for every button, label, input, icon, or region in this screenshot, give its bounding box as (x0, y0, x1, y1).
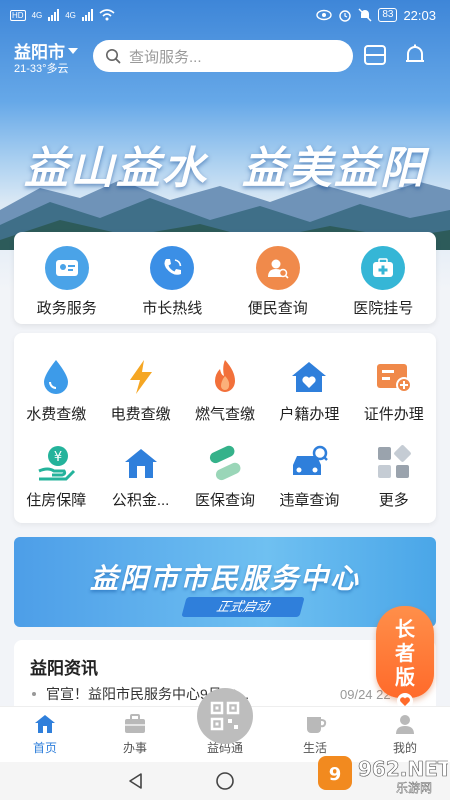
quick-service-hospital[interactable]: 医院挂号 (331, 232, 437, 324)
quick-service-hotline[interactable]: 市长热线 (120, 232, 226, 324)
elder-label-1: 长 (395, 619, 415, 641)
qr-code-fab[interactable] (197, 688, 253, 744)
tab-services[interactable]: 办事 (90, 707, 180, 762)
network-4g-label: 4G (31, 10, 43, 20)
service-label: 公积金... (111, 492, 170, 509)
service-provident-fund[interactable]: 公积金... (98, 443, 182, 510)
user-search-icon (255, 246, 300, 290)
tab-label: 首页 (32, 741, 57, 755)
car-search-icon (293, 445, 329, 475)
status-bar: HD 4G 4G 83 22:03 (0, 0, 450, 30)
service-label: 户籍办理 (279, 406, 340, 423)
home-tab-icon (35, 715, 55, 733)
hd-badge: HD (10, 9, 26, 21)
tab-home[interactable]: 首页 (0, 707, 90, 762)
service-medical-insurance[interactable]: 医保查询 (183, 443, 267, 510)
mute-bell-icon (358, 8, 372, 22)
hero-slogan: 益山益水 益美益阳 (0, 132, 450, 196)
promo-banner[interactable]: 益阳市市民服务中心 正式启动 (14, 537, 436, 627)
qr-code-icon (210, 701, 240, 731)
lightning-icon (129, 360, 152, 394)
watermark-subtext: 乐游网 (396, 781, 432, 795)
search-input[interactable]: 查询服务... (93, 40, 353, 72)
service-label: 电费查缴 (110, 406, 171, 423)
quick-services-card: 政务服务 市长热线 便民查询 医院挂号 (14, 232, 436, 324)
more-grid-icon (377, 445, 411, 478)
service-household[interactable]: 户籍办理 (267, 357, 351, 424)
person-icon (396, 715, 414, 734)
signal-icon (48, 9, 60, 21)
medical-kit-icon (361, 246, 406, 290)
back-icon[interactable] (127, 772, 145, 790)
status-left: HD 4G 4G (10, 9, 115, 21)
quick-service-label: 政务服务 (36, 300, 97, 317)
service-label: 水费查缴 (26, 406, 87, 423)
status-right: 83 22:03 (316, 8, 436, 23)
service-label: 燃气查缴 (194, 406, 255, 423)
service-gas[interactable]: 燃气查缴 (183, 357, 267, 424)
quick-service-label: 便民查询 (247, 300, 308, 317)
service-housing[interactable]: ¥ 住房保障 (14, 443, 98, 510)
service-water[interactable]: 水费查缴 (14, 357, 98, 424)
house-heart-icon (292, 362, 327, 392)
elder-mode-button[interactable]: 长 者 版 (376, 606, 434, 709)
service-label: 住房保障 (26, 492, 87, 509)
quick-service-convenience[interactable]: 便民查询 (225, 232, 331, 324)
service-label: 更多 (378, 492, 409, 509)
service-label: 证件办理 (363, 406, 424, 423)
wifi-icon (99, 9, 115, 21)
quick-service-gov[interactable]: 政务服务 (14, 232, 120, 324)
quick-service-label: 市长热线 (142, 300, 203, 317)
svg-text:¥: ¥ (54, 450, 62, 465)
tab-label: 办事 (122, 741, 147, 755)
eye-icon (316, 9, 333, 21)
service-more[interactable]: 更多 (352, 443, 436, 510)
slogan-right: 益美益阳 (242, 143, 426, 194)
bell-icon[interactable] (402, 42, 428, 68)
slogan-left: 益山益水 (24, 143, 208, 194)
news-item-text: 官宣！益阳市民服务中心9月30... (46, 686, 250, 702)
id-card-icon (44, 246, 89, 290)
water-drop-icon (44, 360, 69, 394)
svg-text:9: 9 (329, 764, 342, 785)
weather-info: 21-33°多云 (14, 63, 69, 75)
service-grid: 水费查缴 电费查缴 燃气查缴 户籍办理 证件办理 ¥ 住房保障 公积金... 医… (14, 333, 436, 523)
certificate-icon (376, 364, 412, 393)
service-label: 医保查询 (194, 492, 255, 509)
service-electricity[interactable]: 电费查缴 (98, 357, 182, 424)
home-nav-icon[interactable] (215, 771, 235, 791)
service-certificate[interactable]: 证件办理 (352, 357, 436, 424)
yuan-hand-icon: ¥ (38, 446, 76, 481)
service-grid-row-2: ¥ 住房保障 公积金... 医保查询 违章查询 更多 (14, 443, 436, 510)
flame-icon (214, 360, 235, 392)
battery-indicator: 83 (378, 8, 398, 22)
search-icon (106, 49, 121, 64)
bullet-icon (32, 692, 36, 696)
news-title: 益阳资讯 (30, 659, 98, 678)
network-4g-label-2: 4G (65, 10, 76, 20)
alarm-icon (339, 10, 352, 22)
quick-service-label: 医院挂号 (353, 300, 414, 317)
pill-icon (209, 445, 241, 481)
scan-menu-icon[interactable] (362, 42, 388, 68)
search-placeholder: 查询服务... (129, 48, 202, 66)
briefcase-icon (125, 714, 145, 733)
chevron-down-icon (68, 47, 78, 54)
home-icon (124, 449, 157, 478)
service-grid-row-1: 水费查缴 电费查缴 燃气查缴 户籍办理 证件办理 (14, 357, 436, 424)
service-violation[interactable]: 违章查询 (267, 443, 351, 510)
banner-subtitle: 正式启动 (181, 597, 305, 617)
cup-icon (307, 717, 327, 733)
watermark-text: 962.NET (358, 757, 448, 781)
signal-icon-2 (81, 9, 93, 21)
clock: 22:03 (403, 7, 436, 23)
phone-icon (150, 246, 195, 290)
top-header: 益阳市 21-33°多云 查询服务... (0, 36, 450, 76)
service-label: 违章查询 (279, 492, 340, 509)
watermark-logo: 9 962.NET 乐游网 (318, 756, 448, 795)
elder-label-2: 者 (395, 643, 415, 665)
banner-title: 益阳市市民服务中心 (89, 563, 360, 594)
elder-label-3: 版 (395, 667, 415, 689)
